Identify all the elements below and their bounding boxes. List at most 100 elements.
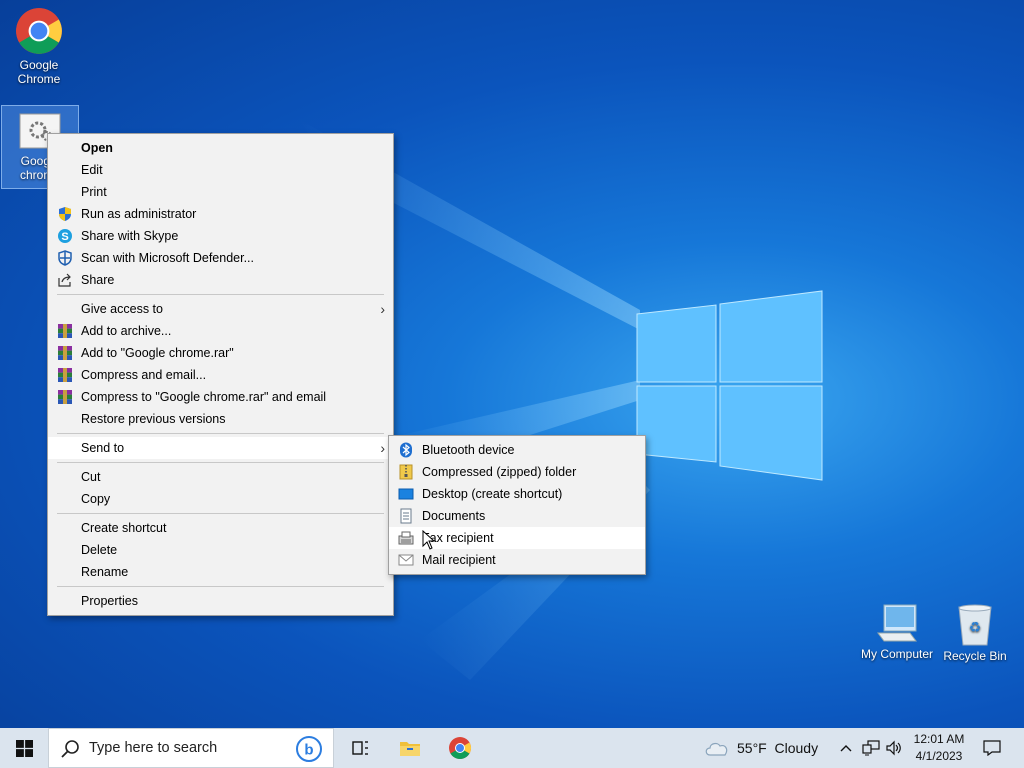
bluetooth-icon <box>400 442 412 458</box>
share-icon <box>58 273 71 287</box>
network-icon <box>862 740 880 756</box>
task-view-button[interactable] <box>340 728 380 768</box>
show-hidden-icons-button[interactable] <box>836 728 856 768</box>
send-to-mail[interactable]: Mail recipient <box>389 549 645 571</box>
network-button[interactable] <box>860 728 882 768</box>
menu-item-label: Compress and email... <box>81 368 207 382</box>
recycle-bin-icon: ♻ <box>958 604 992 646</box>
menu-item-delete[interactable]: Delete <box>48 539 393 561</box>
menu-item-restore-versions[interactable]: Restore previous versions <box>48 408 393 430</box>
notifications-button[interactable] <box>980 728 1004 768</box>
chevron-up-icon <box>840 745 852 752</box>
menu-item-label: Desktop (create shortcut) <box>422 487 563 501</box>
mail-icon <box>398 554 414 566</box>
desktop-icon-my-computer[interactable]: My Computer <box>859 603 935 661</box>
clock[interactable]: 12:01 AM 4/1/2023 <box>900 731 978 765</box>
menu-item-label: Compressed (zipped) folder <box>422 465 577 479</box>
svg-text:b: b <box>304 742 313 759</box>
desktop-icon-recycle-bin[interactable]: ♻ Recycle Bin <box>937 603 1013 663</box>
bing-icon: b <box>296 736 322 762</box>
menu-item-label: Restore previous versions <box>81 412 226 426</box>
taskbar-file-explorer[interactable] <box>390 728 430 768</box>
windows-logo <box>636 290 823 481</box>
chrome-icon <box>449 737 471 759</box>
windows-start-icon <box>15 739 33 757</box>
chevron-right-icon: › <box>380 301 385 317</box>
skype-icon: S <box>58 229 72 243</box>
menu-item-label: Share with Skype <box>81 229 179 243</box>
send-to-documents[interactable]: Documents <box>389 505 645 527</box>
taskbar-chrome[interactable] <box>440 728 480 768</box>
shield-icon <box>59 207 71 221</box>
menu-item-edit[interactable]: Edit <box>48 159 393 181</box>
menu-item-label: Cut <box>81 470 101 484</box>
winrar-icon <box>58 368 72 382</box>
menu-separator <box>57 586 384 587</box>
menu-separator <box>57 462 384 463</box>
menu-item-send-to[interactable]: Send to › <box>48 437 393 459</box>
search-icon <box>61 740 79 758</box>
menu-item-cut[interactable]: Cut <box>48 466 393 488</box>
menu-separator <box>57 433 384 434</box>
menu-item-label: Documents <box>422 509 486 523</box>
search-box[interactable]: Type here to search b <box>48 728 334 768</box>
menu-item-label: Rename <box>81 565 129 579</box>
menu-item-run-as-admin[interactable]: Run as administrator <box>48 203 393 225</box>
desktop-icon-google-chrome[interactable]: Google Chrome <box>1 6 77 86</box>
menu-item-label: Delete <box>81 543 118 557</box>
desktop-icon <box>398 488 414 500</box>
send-to-zip[interactable]: Compressed (zipped) folder <box>389 461 645 483</box>
menu-item-label: Compress to "Google chrome.rar" and emai… <box>81 390 327 404</box>
menu-item-create-shortcut[interactable]: Create shortcut <box>48 517 393 539</box>
notification-icon <box>983 740 1001 756</box>
menu-item-open[interactable]: Open <box>48 137 393 159</box>
menu-item-add-to-archive[interactable]: Add to archive... <box>48 320 393 342</box>
menu-item-share[interactable]: Share <box>48 269 393 291</box>
folder-icon <box>400 742 420 756</box>
menu-item-label: Copy <box>81 492 111 506</box>
weather-text[interactable]: 55°F Cloudy <box>737 740 818 756</box>
menu-item-print[interactable]: Print <box>48 181 393 203</box>
send-to-submenu: Bluetooth device Compressed (zipped) fol… <box>388 435 646 575</box>
menu-item-label: Add to "Google chrome.rar" <box>81 346 234 360</box>
mouse-cursor-icon <box>422 530 436 550</box>
winrar-icon <box>58 390 72 404</box>
send-to-desktop[interactable]: Desktop (create shortcut) <box>389 483 645 505</box>
menu-item-rename[interactable]: Rename <box>48 561 393 583</box>
menu-item-properties[interactable]: Properties <box>48 590 393 612</box>
desktop-icon-label: Recycle Bin <box>943 649 1007 663</box>
menu-item-give-access[interactable]: Give access to › <box>48 298 393 320</box>
start-button[interactable] <box>0 728 48 768</box>
context-menu: Open Edit Print Run as administrator S S… <box>47 133 394 616</box>
menu-item-add-to-rar[interactable]: Add to "Google chrome.rar" <box>48 342 393 364</box>
computer-icon <box>877 604 917 642</box>
menu-item-share-skype[interactable]: S Share with Skype <box>48 225 393 247</box>
menu-item-compress-email[interactable]: Compress and email... <box>48 364 393 386</box>
winrar-icon <box>58 346 72 360</box>
send-to-bluetooth[interactable]: Bluetooth device <box>389 439 645 461</box>
fax-icon <box>398 531 414 545</box>
clock-date: 4/1/2023 <box>915 749 963 763</box>
menu-item-label: Create shortcut <box>81 521 167 535</box>
cloud-icon <box>705 742 728 756</box>
menu-separator <box>57 513 384 514</box>
documents-icon <box>400 508 412 524</box>
zip-folder-icon <box>399 464 413 480</box>
chevron-right-icon: › <box>380 440 385 456</box>
svg-text:♻: ♻ <box>969 620 982 636</box>
defender-icon <box>58 250 72 266</box>
clock-time: 12:01 AM <box>913 732 965 746</box>
menu-item-label: Mail recipient <box>422 553 496 567</box>
search-placeholder: Type here to search <box>89 740 218 756</box>
svg-text:S: S <box>61 231 68 243</box>
menu-item-label: Open <box>81 141 113 155</box>
desktop-icon-label: My Computer <box>860 647 934 661</box>
menu-item-copy[interactable]: Copy <box>48 488 393 510</box>
menu-item-scan-defender[interactable]: Scan with Microsoft Defender... <box>48 247 393 269</box>
taskbar: Type here to search b 55°F Cloudy 12:01 … <box>0 728 1024 768</box>
task-view-icon <box>352 741 368 755</box>
menu-item-label: Add to archive... <box>81 324 172 338</box>
menu-item-label: Scan with Microsoft Defender... <box>81 251 254 265</box>
menu-item-label: Run as administrator <box>81 207 197 221</box>
menu-item-compress-rar-email[interactable]: Compress to "Google chrome.rar" and emai… <box>48 386 393 408</box>
